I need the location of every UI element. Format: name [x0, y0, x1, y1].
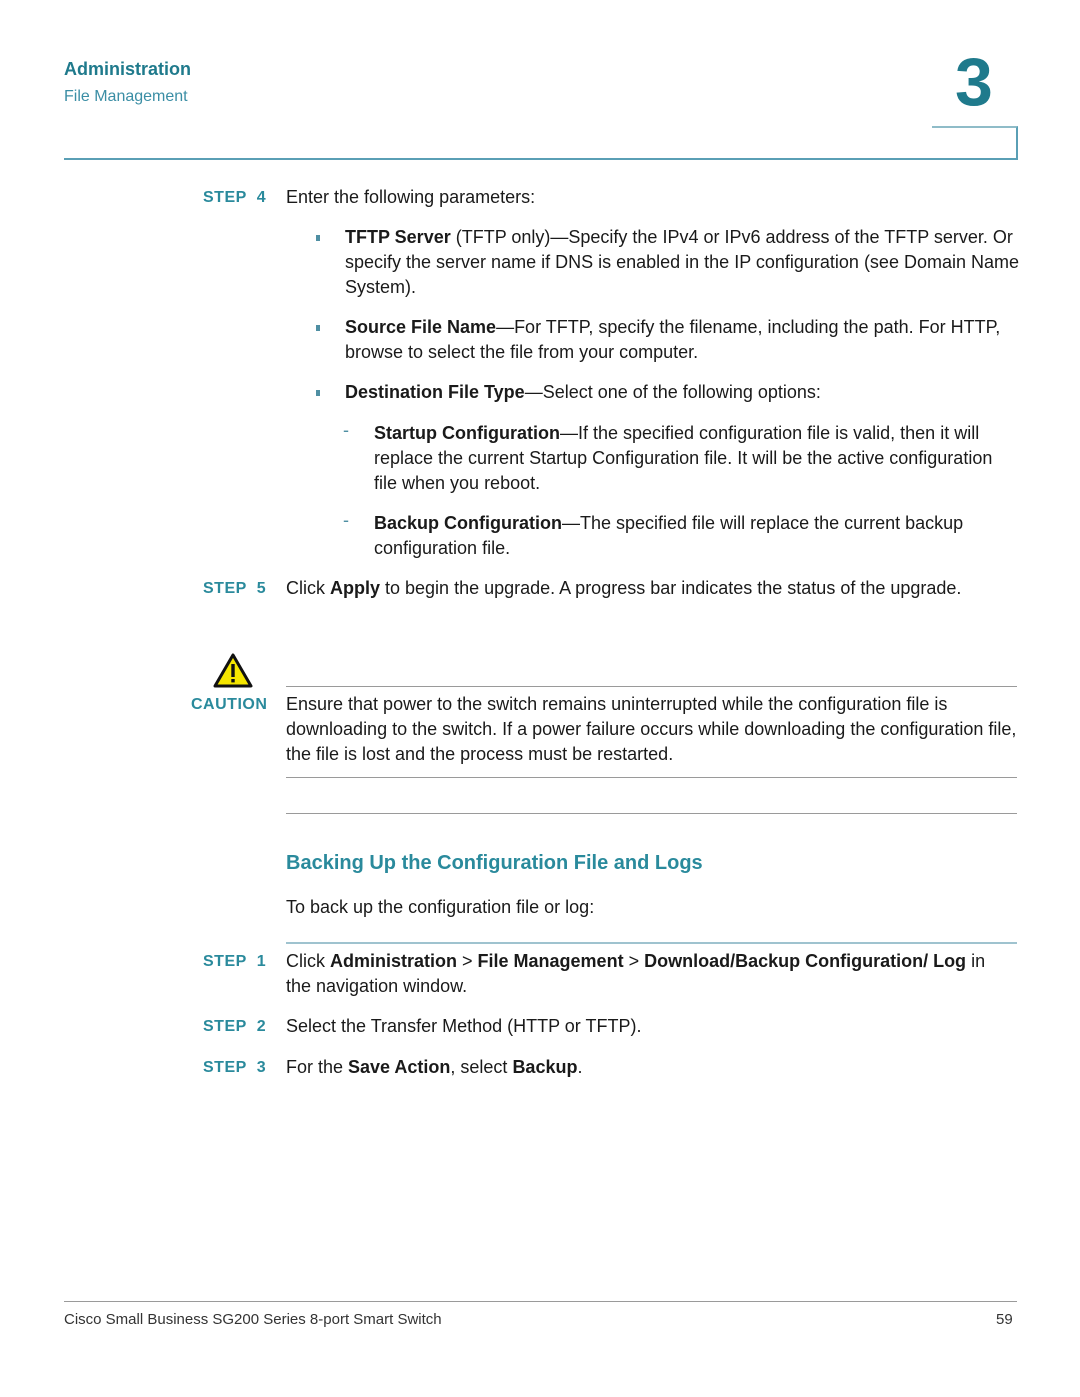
text-run: For the [286, 1057, 349, 1077]
dash-bullet-icon: - [343, 510, 349, 530]
bullet-icon [316, 325, 320, 331]
footer-divider [64, 1301, 1017, 1302]
text-run: , select [450, 1057, 513, 1077]
step-word: STEP [203, 189, 247, 206]
header-divider [64, 158, 1017, 160]
text-run: Click [286, 578, 330, 598]
caution-label: CAUTION [191, 696, 268, 713]
nav-download-backup-configuration-log: Download/Backup Configuration/ Log [644, 951, 967, 971]
step-4-label: STEP 4 [203, 189, 266, 207]
option-backup-configuration: Backup Configuration—The specified file … [374, 511, 1019, 561]
apply-term: Apply [330, 578, 381, 598]
step-word: STEP [203, 953, 247, 970]
caution-top-rule [286, 686, 1017, 687]
nav-administration: Administration [330, 951, 458, 971]
param-source-file-name: Source File Name—For TFTP, specify the f… [345, 315, 1020, 365]
backup-step-2-text: Select the Transfer Method (HTTP or TFTP… [286, 1016, 642, 1036]
step-word: STEP [203, 1059, 247, 1076]
dash-bullet-icon: - [343, 420, 349, 440]
option-name: Startup Configuration [374, 423, 560, 443]
backup-step-1-label: STEP 1 [203, 953, 266, 971]
text-run: > [457, 951, 478, 971]
section-title: File Management [64, 88, 188, 105]
step-word: STEP [203, 1018, 247, 1035]
section-intro: To back up the configuration file or log… [286, 897, 595, 917]
backup-step-3-label: STEP 3 [203, 1059, 266, 1077]
step-number: 5 [256, 580, 267, 597]
text-run: Click [286, 951, 330, 971]
step-number: 3 [256, 1059, 267, 1076]
footer-product-name: Cisco Small Business SG200 Series 8-port… [64, 1311, 442, 1328]
chapter-number-box [932, 126, 1018, 160]
step-number: 1 [256, 953, 267, 970]
step-5-text: Click Apply to begin the upgrade. A prog… [286, 576, 986, 601]
text-run: > [623, 951, 645, 971]
chapter-title: Administration [64, 59, 192, 79]
backup-step-1-text: Click Administration > File Management >… [286, 949, 1006, 999]
param-destination-file-type: Destination File Type—Select one of the … [345, 380, 1020, 405]
param-name: TFTP Server [345, 227, 451, 247]
bullet-icon [316, 235, 320, 241]
warning-triangle-icon [212, 652, 254, 690]
step-5-label: STEP 5 [203, 580, 266, 598]
section-heading: Backing Up the Configuration File and Lo… [286, 852, 703, 874]
backup-term: Backup [512, 1057, 578, 1077]
text-run: to begin the upgrade. A progress bar ind… [380, 578, 962, 598]
section-divider [286, 813, 1017, 814]
step-4-text: Enter the following parameters: [286, 187, 536, 207]
step-number: 4 [256, 189, 267, 206]
nav-file-management: File Management [477, 951, 624, 971]
option-name: Backup Configuration [374, 513, 562, 533]
chapter-number: 3 [955, 44, 993, 120]
page-number: 59 [996, 1311, 1013, 1328]
procedure-rule [286, 942, 1017, 944]
param-tftp-server: TFTP Server (TFTP only)—Specify the IPv4… [345, 225, 1020, 300]
param-desc: —Select one of the following options: [524, 382, 821, 402]
caution-text: Ensure that power to the switch remains … [286, 694, 1017, 764]
caution-bottom-rule [286, 777, 1017, 778]
backup-step-2-label: STEP 2 [203, 1018, 266, 1036]
text-run: . [577, 1057, 583, 1077]
step-number: 2 [256, 1018, 267, 1035]
option-startup-configuration: Startup Configuration—If the specified c… [374, 421, 1019, 496]
save-action-term: Save Action [348, 1057, 451, 1077]
param-name: Source File Name [345, 317, 497, 337]
bullet-icon [316, 390, 320, 396]
backup-step-3-text: For the Save Action, select Backup. [286, 1055, 582, 1080]
step-word: STEP [203, 580, 247, 597]
param-name: Destination File Type [345, 382, 525, 402]
